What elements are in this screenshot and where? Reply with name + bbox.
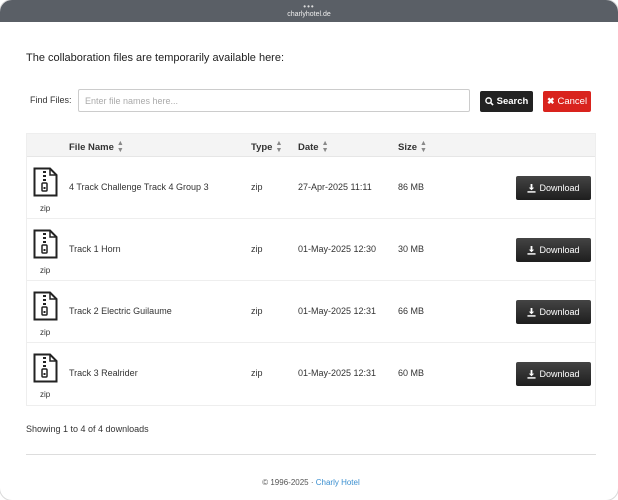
column-header-size[interactable]: Size ▲ ▼ bbox=[398, 140, 427, 154]
file-name: Track 3 Realrider bbox=[69, 368, 138, 378]
download-button[interactable]: Download bbox=[516, 238, 591, 262]
table-row: zip 4 Track Challenge Track 4 Group 3 zi… bbox=[27, 157, 595, 219]
sort-icon: ▲ ▼ bbox=[420, 140, 427, 154]
browser-window: ••• charlyhotel.de The collaboration fil… bbox=[0, 0, 618, 500]
search-input[interactable] bbox=[78, 89, 470, 112]
file-type-label: zip bbox=[40, 204, 51, 213]
download-button-label: Download bbox=[539, 369, 580, 379]
column-header-type[interactable]: Type ▲ ▼ bbox=[251, 140, 282, 154]
file-date: 01-May-2025 12:30 bbox=[298, 244, 377, 254]
footer: © 1996-2025 · Charly Hotel bbox=[26, 478, 596, 487]
close-icon: ✖ bbox=[546, 96, 555, 106]
sort-icon: ▲ ▼ bbox=[321, 140, 329, 154]
column-label: Date bbox=[298, 141, 319, 153]
download-icon bbox=[527, 245, 537, 255]
column-header-file-name[interactable]: File Name ▲ ▼ bbox=[69, 140, 124, 154]
file-size: 66 MB bbox=[398, 306, 425, 316]
search-icon bbox=[484, 97, 494, 106]
download-button[interactable]: Download bbox=[516, 176, 591, 200]
table-row: zip Track 2 Electric Guilaume zip 01-May… bbox=[27, 281, 595, 343]
zip-file-icon bbox=[33, 167, 58, 197]
zip-file-icon bbox=[33, 229, 58, 259]
url-label[interactable]: charlyhotel.de bbox=[287, 10, 331, 19]
file-date: 27-Apr-2025 11:11 bbox=[298, 182, 372, 192]
column-label: File Name bbox=[69, 141, 114, 153]
file-name: Track 1 Horn bbox=[69, 244, 121, 254]
browser-bar: ••• charlyhotel.de bbox=[0, 0, 618, 22]
file-type-label: zip bbox=[40, 390, 51, 399]
table-row: zip Track 3 Realrider zip 01-May-2025 12… bbox=[27, 343, 595, 405]
sort-icon: ▲ ▼ bbox=[116, 140, 124, 154]
search-row: Find Files: Search ✖ Cancel bbox=[26, 89, 596, 113]
download-button-label: Download bbox=[539, 183, 580, 193]
results-summary: Showing 1 to 4 of 4 downloads bbox=[26, 424, 149, 434]
file-name: 4 Track Challenge Track 4 Group 3 bbox=[69, 182, 209, 192]
sort-icon: ▲ ▼ bbox=[275, 140, 283, 154]
file-size: 30 MB bbox=[398, 244, 425, 254]
intro-text: The collaboration files are temporarily … bbox=[26, 52, 285, 64]
download-button-label: Download bbox=[539, 307, 580, 317]
zip-file-icon bbox=[33, 353, 58, 383]
download-icon bbox=[527, 369, 537, 379]
file-type: zip bbox=[251, 182, 263, 192]
file-type: zip bbox=[251, 306, 263, 316]
file-date: 01-May-2025 12:31 bbox=[298, 368, 377, 378]
cancel-button-label: Cancel bbox=[557, 96, 588, 107]
file-date: 01-May-2025 12:31 bbox=[298, 306, 377, 316]
file-size: 86 MB bbox=[398, 182, 425, 192]
download-button[interactable]: Download bbox=[516, 300, 591, 324]
divider bbox=[26, 454, 596, 455]
search-button[interactable]: Search bbox=[480, 91, 533, 112]
find-files-label: Find Files: bbox=[30, 95, 72, 105]
charly-hotel-link[interactable]: Charly Hotel bbox=[316, 478, 360, 487]
file-type: zip bbox=[251, 368, 263, 378]
cancel-button[interactable]: ✖ Cancel bbox=[543, 91, 591, 112]
column-label: Type bbox=[251, 141, 273, 153]
file-name: Track 2 Electric Guilaume bbox=[69, 306, 172, 316]
table-row: zip Track 1 Horn zip 01-May-2025 12:30 3… bbox=[27, 219, 595, 281]
download-icon bbox=[527, 183, 537, 193]
copyright-text: © 1996-2025 · bbox=[262, 478, 314, 487]
table-header: File Name ▲ ▼ Type ▲ ▼ Date ▲ ▼ Size ▲ ▼ bbox=[27, 134, 595, 157]
download-icon bbox=[527, 307, 537, 317]
download-button[interactable]: Download bbox=[516, 362, 591, 386]
file-type: zip bbox=[251, 244, 263, 254]
file-type-label: zip bbox=[40, 266, 51, 275]
zip-file-icon bbox=[33, 291, 58, 321]
files-table: File Name ▲▼ Type ▲▼ Date ▲▼ Size ▲▼ bbox=[26, 133, 596, 406]
file-size: 60 MB bbox=[398, 368, 425, 378]
search-button-label: Search bbox=[496, 96, 529, 107]
file-type-label: zip bbox=[40, 328, 51, 337]
column-header-date[interactable]: Date ▲ ▼ bbox=[298, 140, 329, 154]
download-button-label: Download bbox=[539, 245, 580, 255]
column-label: Size bbox=[398, 141, 418, 153]
